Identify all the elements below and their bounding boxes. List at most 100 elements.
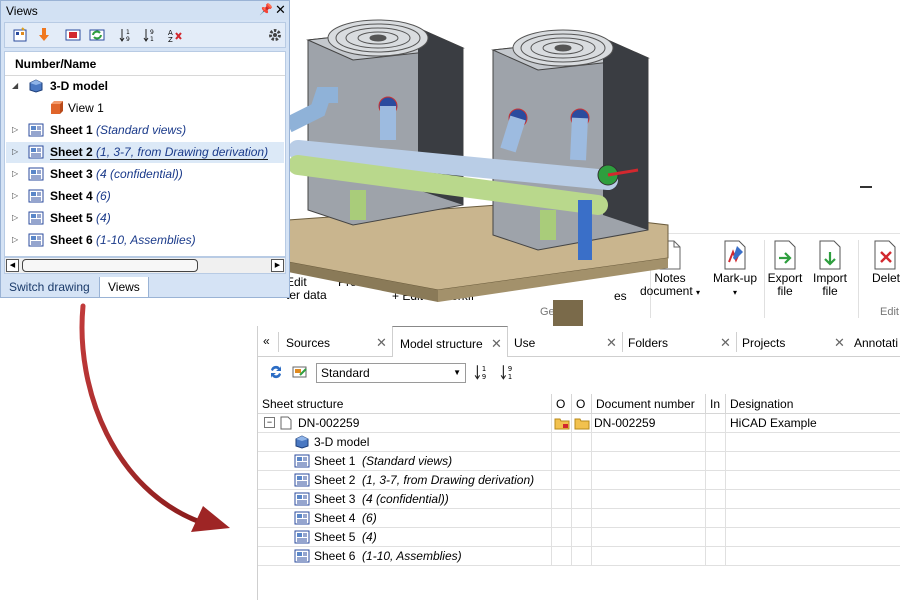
tree-item-sheet[interactable]: ▷ Sheet 5 (4) [6, 208, 284, 229]
structure-toolbar: Standard ▼ 19 91 [258, 357, 900, 393]
tab-separator [736, 332, 737, 352]
column-header-in[interactable]: In [706, 394, 726, 414]
sort-ascending-icon[interactable]: 19 [474, 363, 492, 381]
column-header-designation[interactable]: Designation [726, 394, 900, 414]
column-header-document-number[interactable]: Document number [592, 394, 706, 414]
collapse-icon[interactable]: − [264, 417, 275, 428]
sort-ascending-icon[interactable]: 19 [119, 27, 135, 43]
open-drawing-icon[interactable] [292, 364, 308, 380]
structure-table: Sheet structure O O Document number In D… [258, 394, 900, 600]
collapse-panel-icon[interactable]: « [263, 334, 270, 348]
sort-clear-icon[interactable]: AZ [167, 27, 183, 43]
scroll-left-icon[interactable]: ◀ [6, 259, 19, 272]
svg-text:9: 9 [482, 373, 486, 381]
chevron-down-icon: ▼ [453, 368, 461, 377]
sort-descending-icon[interactable]: 91 [143, 27, 159, 43]
sheet-icon [28, 189, 44, 203]
delete-icon [874, 240, 896, 270]
scroll-right-icon[interactable]: ▶ [271, 259, 284, 272]
sheet-red-icon[interactable] [65, 27, 81, 43]
svg-text:9: 9 [126, 36, 130, 43]
expand-icon[interactable]: ▷ [12, 147, 18, 156]
export-file-icon [774, 240, 796, 270]
tab-annotations[interactable]: Annotati [854, 326, 900, 356]
close-tab-icon[interactable]: ✕ [606, 326, 617, 360]
views-column-header[interactable]: Number/Name [5, 52, 285, 76]
close-icon[interactable]: ✕ [275, 2, 286, 18]
tab-model-structure[interactable]: Model structure ✕ [392, 326, 508, 357]
column-header-o2[interactable]: O [572, 394, 592, 414]
close-tab-icon[interactable]: ✕ [720, 326, 731, 360]
svg-text:1: 1 [508, 373, 512, 381]
tree-item-view-1[interactable]: View 1 [6, 98, 284, 119]
expand-icon[interactable]: ▷ [12, 213, 18, 222]
tree-item-sheet[interactable]: ▷ Sheet 6 (1-10, Assemblies) [6, 230, 284, 251]
pin-icon[interactable]: 📌 [259, 3, 273, 16]
tree-item-sheet[interactable]: ▷ Sheet 3 (4 (confidential)) [6, 164, 284, 185]
close-tab-icon[interactable]: ✕ [491, 327, 502, 361]
sync-icon[interactable] [268, 364, 284, 380]
new-sheet-icon[interactable] [12, 27, 28, 43]
tab-views[interactable]: Views [99, 277, 149, 298]
delete-button[interactable]: Delet [872, 240, 900, 285]
close-tab-icon[interactable]: ✕ [834, 326, 845, 360]
sheet-icon [294, 492, 310, 508]
table-row[interactable]: Sheet 5 (4) [258, 528, 900, 547]
sheet-icon [294, 473, 310, 489]
gear-icon[interactable] [267, 27, 283, 43]
arrow-down-icon[interactable] [36, 27, 52, 43]
group-label-edit: Edit [880, 306, 899, 318]
view-mode-select[interactable]: Standard ▼ [316, 363, 466, 383]
tree-item-sheet[interactable]: ▷ Sheet 1 (Standard views) [6, 120, 284, 141]
views-tree: Number/Name ◢ 3-D model View 1 ▷ Sheet 1 … [4, 51, 286, 257]
column-header-o1[interactable]: O [552, 394, 572, 414]
svg-text:9: 9 [150, 29, 154, 36]
sheet-icon [28, 145, 44, 159]
tree-item-3d-model[interactable]: ◢ 3-D model [6, 76, 284, 97]
table-row[interactable]: Sheet 2 (1, 3-7, from Drawing derivation… [258, 471, 900, 490]
expand-icon[interactable]: ▷ [12, 235, 18, 244]
import-file-icon [819, 240, 841, 270]
sheet-icon [28, 123, 44, 137]
markup-icon [724, 240, 746, 270]
sort-descending-icon[interactable]: 91 [500, 363, 518, 381]
ribbon-minimize-icon[interactable] [860, 186, 872, 188]
expand-icon[interactable]: ▷ [12, 169, 18, 178]
tab-projects[interactable]: Projects ✕ [742, 326, 848, 356]
document-panel: « Sources ✕ Model structure ✕ Use ✕ Folders… [257, 326, 900, 600]
column-header-sheet-structure[interactable]: Sheet structure [258, 394, 552, 414]
sheet-refresh-icon[interactable] [89, 27, 105, 43]
svg-text:1: 1 [150, 36, 154, 43]
tab-switch-drawing[interactable]: Switch drawing [1, 277, 98, 297]
views-panel-titlebar: Views 📌 ✕ [1, 1, 289, 20]
close-tab-icon[interactable]: ✕ [376, 326, 387, 360]
scroll-thumb[interactable] [22, 259, 198, 272]
sheet-icon [294, 511, 310, 527]
folder-open-icon [574, 418, 590, 430]
panel-tabs: « Sources ✕ Model structure ✕ Use ✕ Folders… [258, 326, 900, 357]
tab-sources[interactable]: Sources ✕ [286, 326, 391, 356]
table-row[interactable]: Sheet 6 (1-10, Assemblies) [258, 547, 900, 566]
view-icon [51, 101, 63, 114]
tab-folders[interactable]: Folders ✕ [628, 326, 734, 356]
3d-model-icon [29, 79, 43, 93]
collapse-icon[interactable]: ◢ [12, 81, 18, 90]
table-row[interactable]: Sheet 1 (Standard views) [258, 452, 900, 471]
expand-icon[interactable]: ▷ [12, 191, 18, 200]
table-row-3d-model[interactable]: 3-D model [258, 433, 900, 452]
tree-item-sheet[interactable]: ▷ Sheet 4 (6) [6, 186, 284, 207]
table-row-root[interactable]: − DN-002259 DN-002259 HiCAD Example [258, 414, 900, 433]
tab-use[interactable]: Use ✕ [514, 326, 620, 356]
markup-button[interactable]: Mark-up ▾ [708, 240, 762, 299]
import-file-button[interactable]: Import file [810, 240, 850, 298]
export-file-button[interactable]: Export file [766, 240, 804, 298]
table-row[interactable]: Sheet 4 (6) [258, 509, 900, 528]
views-panel: Views 📌 ✕ 19 91 AZ Number/Name ◢ 3-D mod… [0, 0, 290, 298]
tree-item-sheet[interactable]: ▷ Sheet 2 (1, 3-7, from Drawing derivatio… [6, 142, 284, 163]
table-row[interactable]: Sheet 3 (4 (confidential)) [258, 490, 900, 509]
expand-icon[interactable]: ▷ [12, 125, 18, 134]
horizontal-scrollbar[interactable]: ◀ ▶ [4, 257, 286, 274]
3d-model-viewport[interactable] [278, 0, 673, 335]
views-panel-tabs: Switch drawing Views [1, 277, 289, 298]
annotation-arrow [79, 303, 230, 532]
